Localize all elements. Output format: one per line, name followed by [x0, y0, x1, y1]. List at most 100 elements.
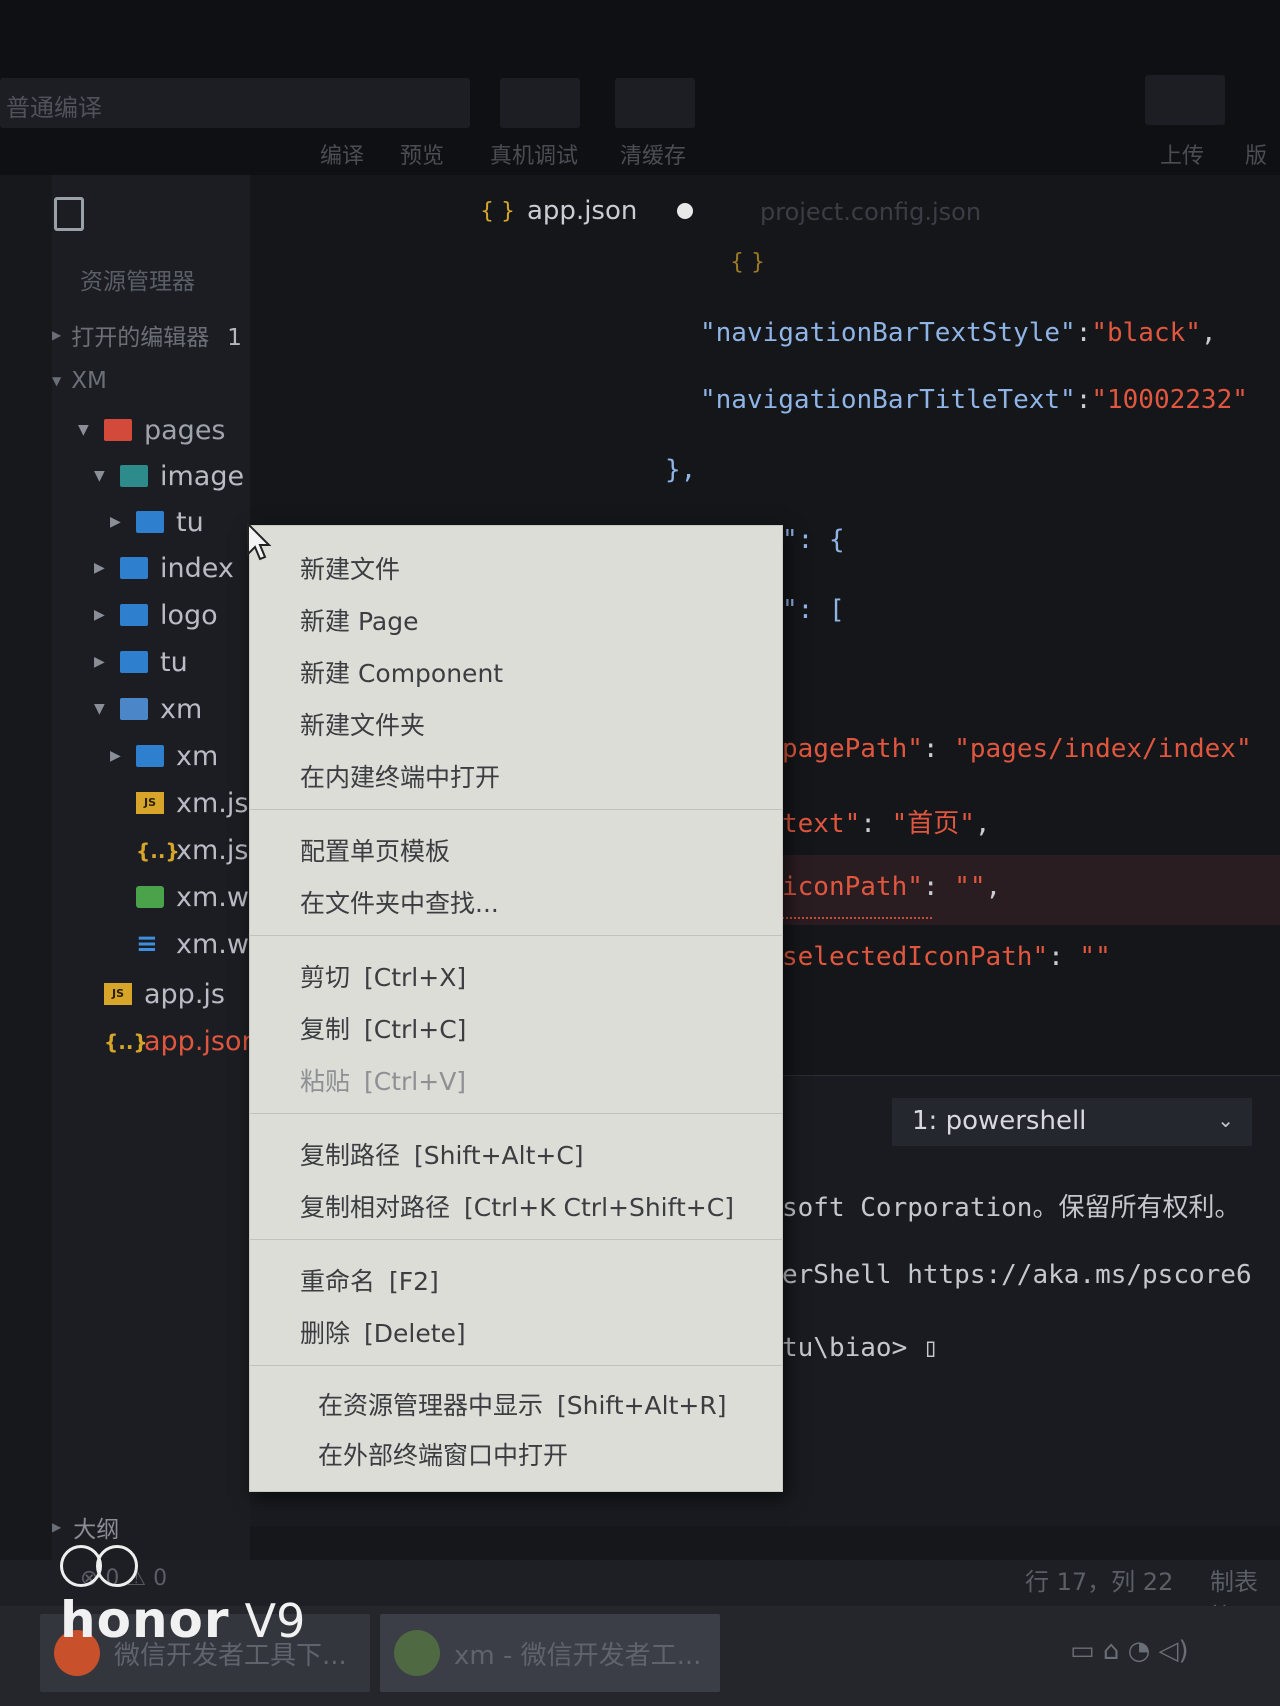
chevron-right-icon: ▶ — [110, 514, 121, 530]
folder-icon — [120, 557, 148, 579]
tree-item-image[interactable]: ▼ image — [94, 456, 244, 496]
wxss-file-icon: ≡ — [136, 929, 158, 959]
breadcrumb[interactable]: { } — [730, 250, 765, 275]
tray-icons[interactable]: ▭ ⌂ ◔ ◁) — [1070, 1636, 1189, 1666]
upload-icon-button[interactable] — [1145, 75, 1225, 125]
menu-item-rename[interactable]: 重命名 [F2] — [300, 1262, 439, 1298]
menu-item-new-folder[interactable]: 新建文件夹 — [300, 706, 425, 742]
js-file-icon: JS — [104, 983, 132, 1005]
chevron-down-icon: ⌄ — [1217, 1108, 1234, 1132]
menu-shortcut: [Shift+Alt+C] — [414, 1141, 584, 1170]
preview-button[interactable]: 预览 — [400, 138, 444, 170]
tab-label: app.json — [527, 196, 638, 226]
tree-item-label: logo — [160, 599, 218, 631]
tree-item-tu[interactable]: ▶ tu — [110, 502, 204, 542]
tab-project-config[interactable]: project.config.json — [760, 198, 981, 226]
tree-item-label: xm — [160, 693, 203, 725]
tab-app-json[interactable]: { } app.json — [480, 196, 694, 226]
top-toolbar: 普通编译 编译 预览 真机调试 清缓存 上传 版本 — [0, 0, 1280, 201]
taskbar-app-devtools[interactable]: xm - 微信开发者工... — [380, 1614, 720, 1692]
project-root[interactable]: ▼ XM — [52, 368, 107, 394]
compile-mode-label: 普通编译 — [6, 94, 102, 122]
folder-icon — [136, 745, 164, 767]
menu-separator — [250, 1239, 782, 1240]
menu-item-label: 复制 — [300, 1015, 351, 1044]
folder-icon — [104, 419, 132, 441]
compile-button[interactable]: 编译 — [320, 138, 364, 170]
compile-mode-select[interactable]: 普通编译 — [0, 78, 470, 128]
menu-item-copy-relative-path[interactable]: 复制相对路径 [Ctrl+K Ctrl+Shift+C] — [300, 1188, 734, 1224]
tree-item-app-js[interactable]: JS app.js — [104, 974, 225, 1014]
wxml-file-icon — [136, 886, 164, 908]
chevron-right-icon: ▶ — [52, 328, 62, 342]
menu-item-cut[interactable]: 剪切 [Ctrl+X] — [300, 958, 466, 994]
tree-item-logo[interactable]: ▶ logo — [94, 595, 218, 635]
project-name: XM — [71, 368, 107, 394]
chevron-right-icon: ▶ — [94, 607, 105, 623]
cursor-position[interactable]: 行 17，列 22 — [1025, 1562, 1173, 1597]
activity-bar — [0, 175, 84, 1605]
menu-item-new-file[interactable]: 新建文件 — [300, 550, 400, 586]
terminal-cursor: ▯ — [922, 1333, 939, 1363]
menu-shortcut: [Shift+Alt+R] — [557, 1391, 727, 1420]
tree-item-label: index — [160, 552, 234, 584]
menu-item-label: 粘贴 — [300, 1067, 351, 1096]
code-line: ": { — [782, 525, 845, 555]
menu-item-open-external-terminal[interactable]: 在外部终端窗口中打开 — [318, 1436, 568, 1472]
menu-item-new-component[interactable]: 新建 Component — [300, 654, 503, 690]
preview-icon-button[interactable] — [615, 78, 695, 128]
tree-item-tu[interactable]: ▶ tu — [94, 642, 188, 682]
menu-item-new-page[interactable]: 新建 Page — [300, 602, 418, 638]
tree-item-xm-wxss[interactable]: ≡ xm.w — [136, 924, 249, 964]
menu-item-label: 在资源管理器中显示 — [318, 1391, 544, 1420]
menu-item-paste[interactable]: 粘贴 [Ctrl+V] — [300, 1062, 466, 1098]
folder-icon — [120, 604, 148, 626]
tree-item-index[interactable]: ▶ index — [94, 548, 234, 588]
menu-item-config-template[interactable]: 配置单页模板 — [300, 832, 450, 868]
chevron-down-icon: ▼ — [52, 374, 62, 388]
mouse-pointer-icon — [247, 522, 272, 561]
clear-cache-button[interactable]: 清缓存 — [620, 138, 686, 170]
open-editors-label: 打开的编辑器 — [71, 325, 210, 351]
menu-item-find-in-folder[interactable]: 在文件夹中查找... — [300, 884, 499, 920]
tree-item-label: tu — [160, 646, 188, 678]
code-line: }, — [665, 455, 697, 485]
tree-item-xm[interactable]: ▼ xm — [94, 689, 202, 729]
menu-item-copy-path[interactable]: 复制路径 [Shift+Alt+C] — [300, 1136, 584, 1172]
unsaved-dot-icon — [677, 203, 694, 219]
js-file-icon: JS — [136, 792, 164, 814]
code-line: iconPath": "", — [782, 872, 1002, 902]
menu-item-open-in-terminal[interactable]: 在内建终端中打开 — [300, 758, 500, 794]
context-menu: 新建文件 新建 Page 新建 Component 新建文件夹 在内建终端中打开… — [249, 525, 783, 1492]
terminal-selector[interactable]: 1: powershell ⌄ — [892, 1098, 1252, 1146]
compile-icon-button[interactable] — [500, 78, 580, 128]
camera-watermark: honor V9 — [60, 1545, 305, 1649]
menu-item-reveal-in-explorer[interactable]: 在资源管理器中显示 [Shift+Alt+R] — [318, 1386, 726, 1422]
tree-item-label: app.json — [144, 1025, 259, 1057]
terminal-prompt: tu\biao> ▯ — [782, 1333, 939, 1363]
open-folder-icon — [120, 698, 148, 720]
menu-item-copy[interactable]: 复制 [Ctrl+C] — [300, 1010, 466, 1046]
tree-item-label: xm.w — [176, 928, 249, 960]
tree-item-xm-json[interactable]: {..} xm.js — [136, 830, 248, 870]
tree-item-pages[interactable]: ▼ pages — [78, 410, 226, 450]
code-line: "navigationBarTextStyle":"black", — [700, 318, 1217, 348]
files-icon[interactable] — [54, 197, 84, 231]
menu-item-label: 复制相对路径 — [300, 1193, 451, 1222]
wechat-icon — [394, 1630, 440, 1676]
outline-label: 大纲 — [73, 1517, 120, 1543]
outline-section[interactable]: ▶ 大纲 — [52, 1510, 119, 1544]
tree-item-xm-wxml[interactable]: xm.w — [136, 877, 249, 917]
json-file-icon: { } — [480, 198, 515, 224]
taskbar-app-label: xm - 微信开发者工... — [454, 1640, 702, 1671]
terminal-prompt-text: tu\biao> — [782, 1333, 923, 1363]
tree-item-label: image — [160, 460, 245, 492]
remote-debug-button[interactable]: 真机调试 — [490, 138, 578, 170]
chevron-right-icon: ▶ — [52, 1520, 62, 1534]
explorer-title: 资源管理器 — [80, 269, 195, 295]
menu-item-delete[interactable]: 删除 [Delete] — [300, 1314, 466, 1350]
tree-item-xm-js[interactable]: JS xm.js — [136, 783, 248, 823]
tree-item-xm-sub[interactable]: ▶ xm — [110, 736, 218, 776]
upload-button[interactable]: 上传 — [1160, 138, 1204, 170]
tree-item-app-json[interactable]: {..} app.json — [104, 1021, 259, 1061]
